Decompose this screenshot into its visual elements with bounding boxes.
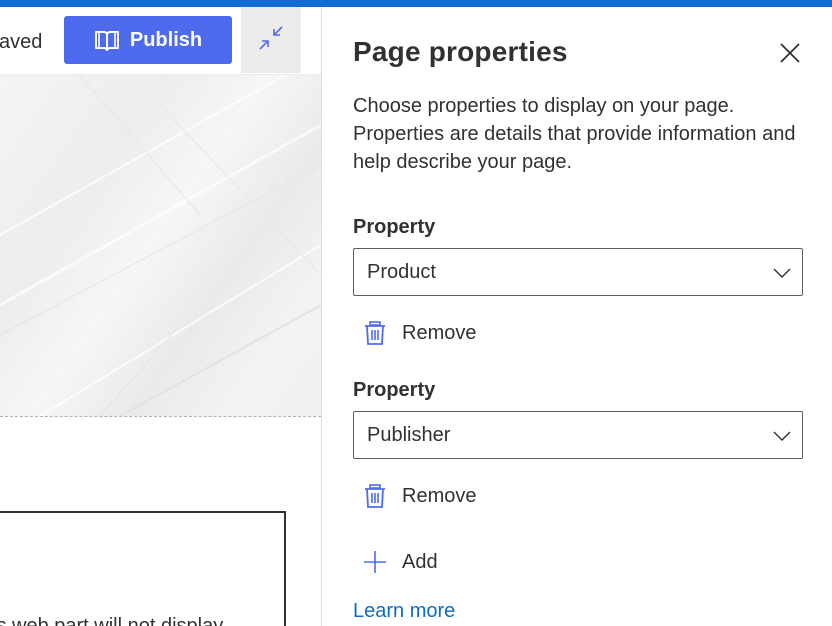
publish-button[interactable]: Publish (64, 16, 232, 64)
top-accent-bar (0, 0, 832, 7)
web-part-message: is web part will not display (0, 615, 224, 626)
chevron-down-icon (772, 426, 792, 446)
remove-button-label: Remove (402, 484, 477, 507)
collapse-button[interactable] (241, 7, 301, 73)
publish-button-label: Publish (129, 28, 203, 51)
page-properties-panel: Page properties Choose properties to dis… (321, 7, 832, 626)
collapse-icon (257, 24, 285, 57)
plus-icon (362, 549, 388, 575)
remove-property-button[interactable]: Remove (362, 478, 476, 514)
dropdown-selected-value: Publisher (367, 424, 451, 446)
panel-description: Choose properties to display on your pag… (353, 95, 796, 173)
chevron-down-icon (772, 263, 792, 283)
section-divider (0, 416, 321, 417)
dropdown-selected-value: Product (367, 261, 436, 283)
web-part-placeholder[interactable]: is web part will not display (0, 511, 286, 626)
panel-title: Page properties (353, 36, 568, 67)
book-icon (94, 27, 120, 53)
property-label: Property (353, 216, 436, 238)
add-property-button[interactable]: Add (362, 544, 438, 580)
save-status-text: aved (0, 31, 43, 53)
remove-property-button[interactable]: Remove (362, 315, 476, 351)
close-icon (779, 42, 801, 69)
property-dropdown-publisher[interactable]: Publisher (353, 411, 803, 459)
add-button-label: Add (402, 550, 438, 573)
close-button[interactable] (774, 39, 806, 71)
trash-icon (362, 483, 388, 509)
property-dropdown-product[interactable]: Product (353, 248, 803, 296)
remove-button-label: Remove (402, 321, 477, 344)
app-window: aved Publish is web part will not displa… (0, 0, 832, 626)
editor-toolbar: aved Publish (0, 7, 321, 75)
learn-more-link[interactable]: Learn more (353, 600, 455, 623)
hero-image[interactable] (0, 75, 321, 416)
property-label: Property (353, 379, 436, 401)
trash-icon (362, 320, 388, 346)
page-editor: aved Publish is web part will not displa… (0, 7, 321, 626)
